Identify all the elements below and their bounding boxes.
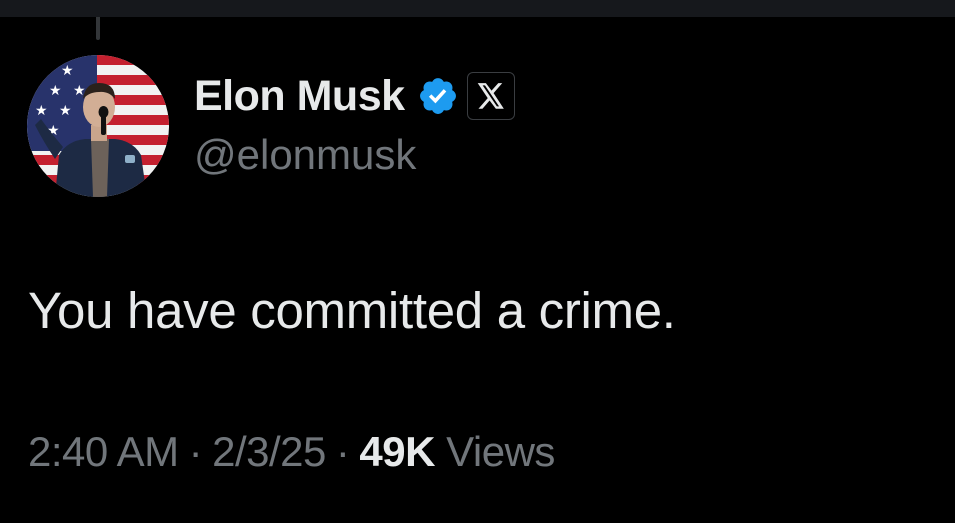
meta-separator: · bbox=[335, 428, 350, 475]
post-meta: 2:40 AM · 2/3/25 · 49K Views bbox=[28, 427, 555, 477]
meta-separator: · bbox=[188, 428, 203, 475]
post-date[interactable]: 2/3/25 bbox=[212, 428, 326, 475]
avatar[interactable]: ★ ★ ★ ★ ★ ★ ★ bbox=[27, 55, 169, 197]
thread-connector-line bbox=[96, 17, 100, 40]
avatar-image: ★ ★ ★ ★ ★ ★ ★ bbox=[27, 55, 169, 197]
x-logo-icon bbox=[477, 83, 504, 109]
top-bar bbox=[0, 0, 955, 17]
verified-badge-icon[interactable] bbox=[417, 75, 459, 117]
post-text: You have committed a crime. bbox=[28, 282, 676, 339]
svg-text:★: ★ bbox=[49, 83, 62, 99]
views-count[interactable]: 49K bbox=[359, 428, 435, 475]
svg-text:★: ★ bbox=[37, 63, 50, 79]
svg-text:★: ★ bbox=[61, 63, 74, 79]
author-display-name[interactable]: Elon Musk bbox=[194, 74, 405, 118]
svg-text:★: ★ bbox=[59, 103, 72, 119]
affiliate-badge[interactable] bbox=[466, 72, 515, 120]
post-time[interactable]: 2:40 AM bbox=[28, 428, 179, 475]
svg-text:★: ★ bbox=[35, 103, 48, 119]
author-name-row: Elon Musk bbox=[194, 68, 515, 124]
author-handle[interactable]: @elonmusk bbox=[194, 131, 416, 178]
views-label[interactable]: Views bbox=[446, 428, 555, 475]
